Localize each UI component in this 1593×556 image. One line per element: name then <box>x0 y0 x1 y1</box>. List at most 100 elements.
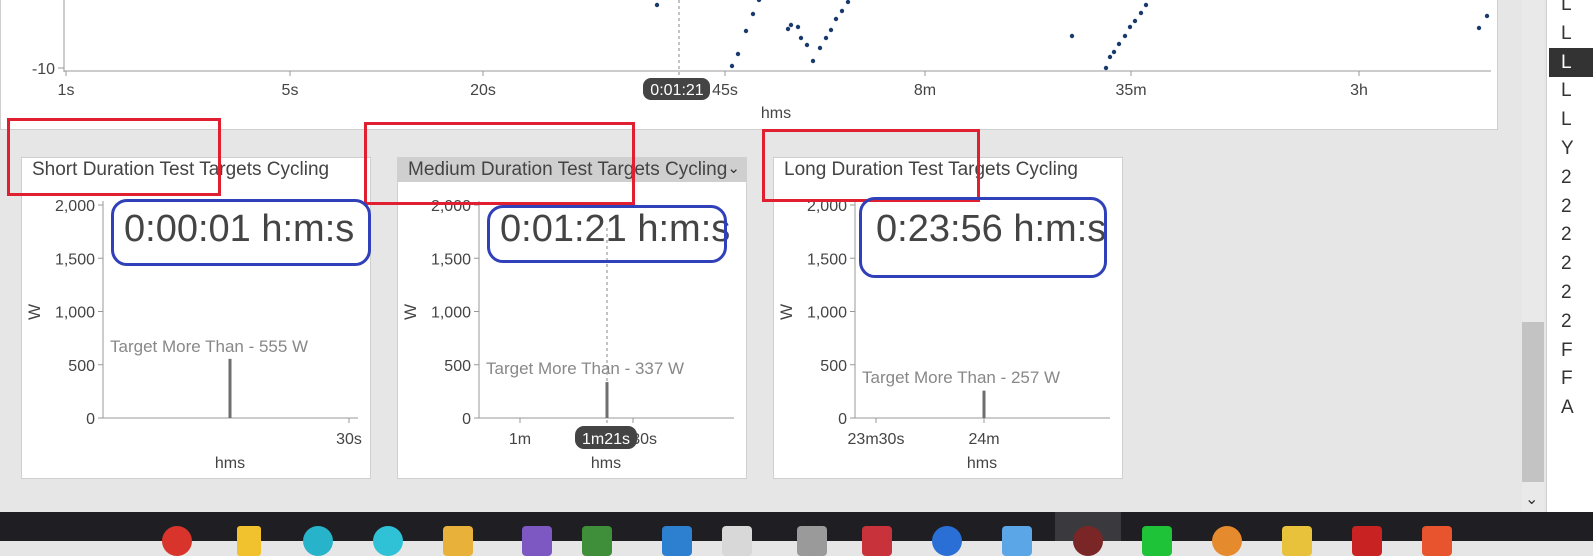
card-y-tick-label: 1,000 <box>55 305 95 322</box>
top-scatter-point <box>828 27 834 33</box>
sidebar-list-item[interactable]: 2 <box>1561 249 1591 278</box>
taskbar-app-icon-12[interactable] <box>932 526 962 556</box>
top-scatter-point <box>839 8 845 14</box>
top-scatter-point <box>1122 33 1128 39</box>
top-x-tick-label: 8m <box>914 82 936 99</box>
blue-annotation-oval-2 <box>487 205 727 263</box>
card-y-tick-label: 1,000 <box>807 305 847 322</box>
top-scatter-point <box>1116 41 1122 47</box>
red-annotation-box-2 <box>364 122 635 205</box>
top-x-tick-label: 45s <box>712 82 738 99</box>
top-scatter-point <box>785 26 791 32</box>
top-scatter-point <box>823 35 829 41</box>
top-scatter-point <box>735 51 741 57</box>
top-scatter-point <box>798 35 804 41</box>
card-target-text: Target More Than - 337 W <box>486 359 684 378</box>
top-x-tick-label: 3h <box>1350 82 1368 99</box>
sidebar-list-item[interactable]: L <box>1549 47 1593 77</box>
top-scatter-point <box>810 58 816 64</box>
card-y-tick-label: 0 <box>86 411 95 428</box>
card-x-axis-label: hms <box>591 455 621 472</box>
taskbar-app-icon-17[interactable] <box>1282 526 1312 556</box>
card-target-bar <box>605 382 609 418</box>
card-target-text: Target More Than - 257 W <box>862 368 1060 387</box>
sidebar-list-item[interactable]: 2 <box>1561 192 1591 221</box>
taskbar-app-icon-6[interactable] <box>522 526 552 556</box>
taskbar-app-icon-10[interactable] <box>797 526 827 556</box>
taskbar-app-icon-9[interactable] <box>722 526 752 556</box>
top-x-tick-label: 35m <box>1115 82 1146 99</box>
top-scatter-point <box>1103 65 1109 71</box>
card-y-tick-label: 500 <box>820 358 847 375</box>
red-annotation-box-3 <box>762 129 980 202</box>
top-scatter-point <box>750 11 756 17</box>
sidebar-list-item[interactable]: L <box>1561 0 1591 19</box>
top-scatter-point <box>1143 2 1149 8</box>
card-x-tick-label: 23m30s <box>848 431 905 448</box>
top-chart-panel: -10 1s 5s 20s 45s 8m 35m 3h 0:01:21 hms <box>0 0 1498 130</box>
taskbar-app-icon-14[interactable] <box>1073 526 1103 556</box>
top-scatter-point <box>756 0 762 3</box>
top-scatter-point <box>1138 10 1144 16</box>
top-scatter-point <box>1132 18 1138 24</box>
card-x-axis-label: hms <box>215 455 245 472</box>
taskbar-app-icon-16[interactable] <box>1212 526 1242 556</box>
top-scatter-point <box>1476 25 1482 31</box>
card-y-tick-label: 500 <box>68 358 95 375</box>
taskbar-app-icon-3[interactable] <box>303 526 333 556</box>
top-scatter-chart[interactable]: -10 1s 5s 20s 45s 8m 35m 3h 0:01:21 hms <box>1 0 1499 130</box>
sidebar-list-item[interactable]: 2 <box>1561 278 1591 307</box>
card-y-tick-label: 1,500 <box>807 251 847 268</box>
taskbar-app-icon-1[interactable] <box>162 526 192 556</box>
card-x-tick-label: 24m <box>968 431 999 448</box>
top-scatter-point <box>743 28 749 34</box>
windows-taskbar <box>0 512 1593 556</box>
top-scatter-point <box>1484 13 1490 19</box>
sidebar-list-item[interactable]: Y <box>1561 134 1591 163</box>
red-annotation-box-1 <box>7 118 221 196</box>
scroll-down-arrow-icon[interactable]: ⌄ <box>1525 489 1538 509</box>
top-x-tick-label: 5s <box>282 82 299 99</box>
card-y-tick-label: 500 <box>444 358 471 375</box>
sidebar-list-item[interactable]: F <box>1561 364 1591 393</box>
top-x-tick-label: 1s <box>58 82 75 99</box>
card-x-axis-label: hms <box>967 455 997 472</box>
sidebar-list-item[interactable]: F <box>1561 336 1591 365</box>
right-sidebar-list: LLLLLY222222FFA <box>1546 0 1593 512</box>
taskbar-app-icon-5[interactable] <box>443 526 473 556</box>
card-cursor-label: 1m21s <box>582 431 630 448</box>
top-scatter-point <box>729 63 735 69</box>
card-target-text: Target More Than - 555 W <box>110 337 308 356</box>
taskbar-app-icon-2[interactable] <box>237 526 261 556</box>
top-scatter-point <box>845 0 851 5</box>
sidebar-list-item[interactable]: 2 <box>1561 163 1591 192</box>
taskbar-app-icon-11[interactable] <box>862 526 892 556</box>
taskbar-app-icon-19[interactable] <box>1422 526 1452 556</box>
taskbar-app-icon-13[interactable] <box>1002 526 1032 556</box>
sidebar-list-item[interactable]: 2 <box>1561 220 1591 249</box>
card-target-bar <box>228 358 232 418</box>
sidebar-list-item[interactable]: A <box>1561 393 1591 422</box>
top-scatter-point <box>804 42 810 48</box>
top-scatter-point <box>1107 54 1113 60</box>
sidebar-list-item[interactable]: L <box>1561 19 1591 48</box>
top-scatter-point <box>1111 49 1117 55</box>
vertical-scrollbar[interactable]: ⌄ <box>1522 0 1544 512</box>
taskbar-app-icon-4[interactable] <box>373 526 403 556</box>
card-y-tick-label: 0 <box>838 411 847 428</box>
taskbar-app-icon-7[interactable] <box>582 526 612 556</box>
taskbar-app-icon-15[interactable] <box>1142 526 1172 556</box>
top-scatter-point <box>654 2 660 8</box>
top-x-axis-label: hms <box>761 105 791 122</box>
top-scatter-point <box>1069 33 1075 39</box>
taskbar-app-icon-18[interactable] <box>1352 526 1382 556</box>
card-y-tick-label: 1,500 <box>55 251 95 268</box>
taskbar-app-icon-8[interactable] <box>662 526 692 556</box>
scrollbar-thumb[interactable] <box>1522 322 1544 482</box>
sidebar-list-item[interactable]: L <box>1561 105 1591 134</box>
sidebar-list-item[interactable]: 2 <box>1561 307 1591 336</box>
top-cursor-label: 0:01:21 <box>650 82 703 99</box>
top-x-tick-label: 20s <box>470 82 496 99</box>
sidebar-list-item[interactable]: L <box>1561 76 1591 105</box>
card-y-axis-label: W <box>401 304 420 320</box>
